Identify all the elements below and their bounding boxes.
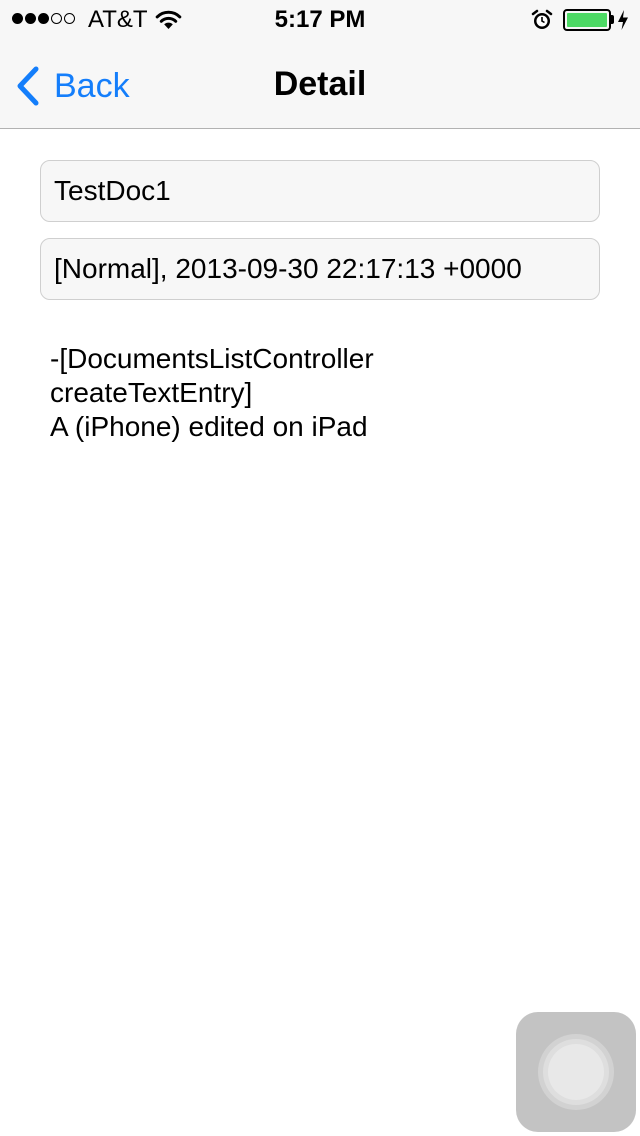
document-body-text[interactable]: -[DocumentsListController createTextEntr… <box>50 342 590 444</box>
document-title-field[interactable]: TestDoc1 <box>40 160 600 222</box>
battery-tip <box>611 15 614 24</box>
status-bar: AT&T 5:17 PM <box>0 0 640 40</box>
document-status-field[interactable]: [Normal], 2013-09-30 22:17:13 +0000 <box>40 238 600 300</box>
battery-icon <box>563 9 611 31</box>
page-title: Detail <box>273 65 367 103</box>
assistive-touch-icon[interactable] <box>516 1012 636 1132</box>
charging-bolt-icon <box>618 10 628 30</box>
assistive-touch-ring-inner <box>543 1039 609 1105</box>
alarm-icon <box>531 9 553 29</box>
assistive-touch-ring <box>538 1034 614 1110</box>
battery-level-fill <box>567 13 607 27</box>
navigation-bar: Back Detail <box>0 40 640 129</box>
assistive-touch-core <box>548 1044 604 1100</box>
